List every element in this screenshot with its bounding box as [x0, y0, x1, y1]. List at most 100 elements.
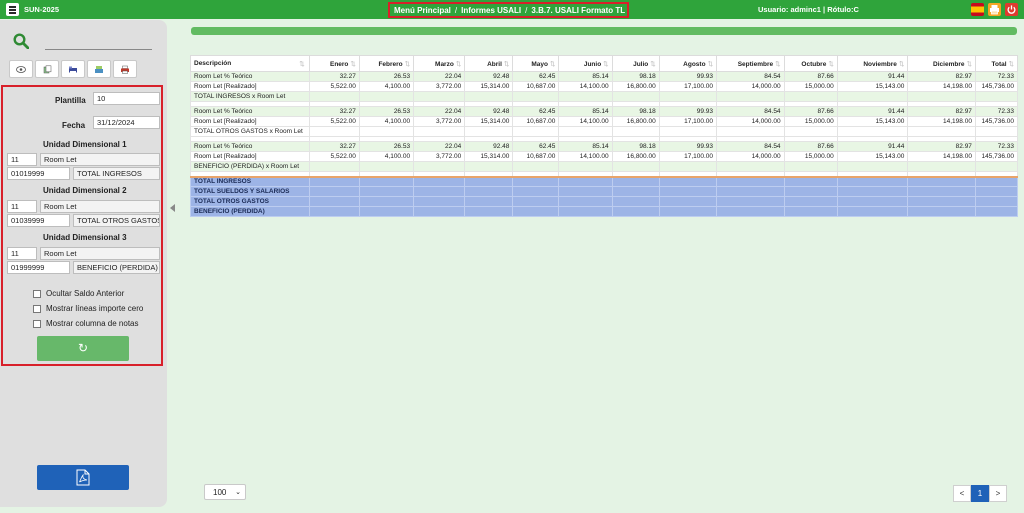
dim2-name-field: Room Let	[40, 200, 160, 213]
column-header[interactable]: Octubre ⇅	[783, 55, 838, 72]
column-header[interactable]: Agosto ⇅	[658, 55, 718, 72]
column-header[interactable]: Septiembre ⇅	[716, 55, 785, 72]
mostrar-notas-label: Mostrar columna de notas	[46, 319, 139, 328]
power-icon[interactable]	[1005, 3, 1018, 16]
page-1-button[interactable]: 1	[971, 485, 989, 502]
sort-icon[interactable]: ⇅	[650, 61, 655, 68]
table-cell	[413, 126, 466, 137]
table-cell	[716, 161, 785, 172]
search-input[interactable]	[45, 49, 152, 50]
sort-icon[interactable]: ⇅	[550, 61, 555, 68]
column-header[interactable]: Mayo ⇅	[512, 55, 560, 72]
collapse-sidebar-icon[interactable]	[170, 204, 175, 212]
sort-icon[interactable]: ⇅	[603, 61, 608, 68]
column-header[interactable]: Marzo ⇅	[413, 55, 466, 72]
sort-icon[interactable]: ⇅	[350, 61, 355, 68]
row-description: TOTAL OTROS GASTOS x Room Let	[190, 126, 310, 137]
table-cell	[836, 206, 909, 217]
sort-icon[interactable]: ⇅	[504, 61, 509, 68]
column-header[interactable]: Julio ⇅	[611, 55, 660, 72]
table-cell	[558, 126, 613, 137]
sort-icon[interactable]: ⇅	[405, 61, 410, 68]
search-icon[interactable]	[13, 33, 29, 49]
print-icon[interactable]	[988, 3, 1001, 16]
column-header[interactable]: Descripción ⇅	[190, 55, 310, 72]
plantilla-field[interactable]: 10	[93, 92, 160, 105]
table-cell: 62.45	[512, 141, 560, 152]
mostrar-lineas-cero-checkbox[interactable]: Mostrar líneas importe cero	[33, 304, 143, 313]
table-cell: 98.18	[611, 71, 660, 82]
summary-row: TOTAL SUELDOS Y SALARIOS	[190, 186, 1019, 197]
table-cell: 14,100.00	[558, 116, 613, 127]
spain-flag-icon[interactable]	[971, 3, 984, 16]
table-cell: 145,736.00	[974, 81, 1019, 92]
table-cell: 92.48	[464, 71, 514, 82]
sort-icon[interactable]: ⇅	[1009, 61, 1014, 68]
cash-register-icon[interactable]	[87, 60, 111, 78]
table-cell	[413, 206, 466, 217]
column-header[interactable]: Diciembre ⇅	[907, 55, 976, 72]
fecha-field[interactable]: 31/12/2024	[93, 116, 160, 129]
table-cell	[558, 175, 613, 187]
dim3-code-field[interactable]: 11	[7, 247, 37, 260]
sort-icon[interactable]: ⇅	[966, 61, 971, 68]
table-cell: 32.27	[308, 106, 360, 117]
table-cell: 15,314.00	[464, 151, 514, 162]
bed-icon[interactable]	[61, 60, 85, 78]
refresh-button[interactable]: ↻	[37, 336, 129, 361]
column-header-label: Marzo	[435, 60, 454, 68]
column-header[interactable]: Junio ⇅	[558, 55, 613, 72]
mostrar-notas-checkbox[interactable]: Mostrar columna de notas	[33, 319, 139, 328]
sort-icon[interactable]: ⇅	[708, 61, 713, 68]
table-cell	[308, 91, 360, 102]
page-size-select[interactable]: 100 ⌄	[204, 484, 246, 500]
column-header[interactable]: Enero ⇅	[308, 55, 360, 72]
table-cell	[716, 126, 785, 137]
checkbox-box[interactable]	[33, 319, 41, 328]
table-cell	[358, 196, 415, 207]
table-cell: 10,687.00	[512, 81, 560, 92]
sort-icon[interactable]: ⇅	[456, 61, 461, 68]
sort-icon[interactable]: ⇅	[775, 61, 780, 68]
dim2-code-field[interactable]: 11	[7, 200, 37, 213]
table-row: TOTAL INGRESOS x Room Let	[190, 91, 1019, 102]
prev-page-button[interactable]: <	[953, 485, 971, 502]
table-cell	[907, 206, 976, 217]
table-cell	[836, 161, 909, 172]
breadcrumb-informes-usali[interactable]: Informes USALI	[461, 6, 521, 15]
table-cell: 4,100.00	[358, 116, 415, 127]
column-header[interactable]: Noviembre ⇅	[836, 55, 909, 72]
table-cell: 85.14	[558, 141, 613, 152]
dim2-account-field[interactable]: 01039999	[7, 214, 70, 227]
column-header[interactable]: Abril ⇅	[464, 55, 514, 72]
breadcrumb-menu-principal[interactable]: Menú Principal	[394, 6, 451, 15]
column-header[interactable]: Febrero ⇅	[358, 55, 415, 72]
dim1-code-field[interactable]: 11	[7, 153, 37, 166]
user-info: Usuario: adminc1 | Rótulo:C	[758, 5, 859, 14]
table-cell: 17,100.00	[658, 116, 718, 127]
hamburger-menu-icon[interactable]	[6, 3, 19, 16]
table-cell: 82.97	[907, 106, 976, 117]
checkbox-box[interactable]	[33, 289, 41, 298]
table-cell: 14,000.00	[716, 151, 785, 162]
ocultar-saldo-checkbox[interactable]: Ocultar Saldo Anterior	[33, 289, 124, 298]
table-cell	[358, 175, 415, 187]
documents-icon[interactable]	[35, 60, 59, 78]
checkbox-box[interactable]	[33, 304, 41, 313]
next-page-button[interactable]: >	[989, 485, 1007, 502]
table-cell	[558, 206, 613, 217]
dim1-account-field[interactable]: 01019999	[7, 167, 70, 180]
sort-icon[interactable]: ⇅	[828, 61, 833, 68]
export-pdf-button[interactable]	[37, 465, 129, 490]
table-row: Room Let [Realizado] 5,522.00 4,100.00 3,77…	[190, 116, 1019, 127]
table-cell	[413, 161, 466, 172]
dim3-name-field: Room Let	[40, 247, 160, 260]
printer-icon[interactable]	[113, 60, 137, 78]
table-cell	[358, 206, 415, 217]
sort-icon[interactable]: ⇅	[299, 60, 304, 68]
table-cell	[611, 196, 660, 207]
eye-icon[interactable]	[9, 60, 33, 78]
column-header[interactable]: Total ⇅	[974, 55, 1019, 72]
sort-icon[interactable]: ⇅	[899, 61, 904, 68]
dim3-account-field[interactable]: 01999999	[7, 261, 70, 274]
